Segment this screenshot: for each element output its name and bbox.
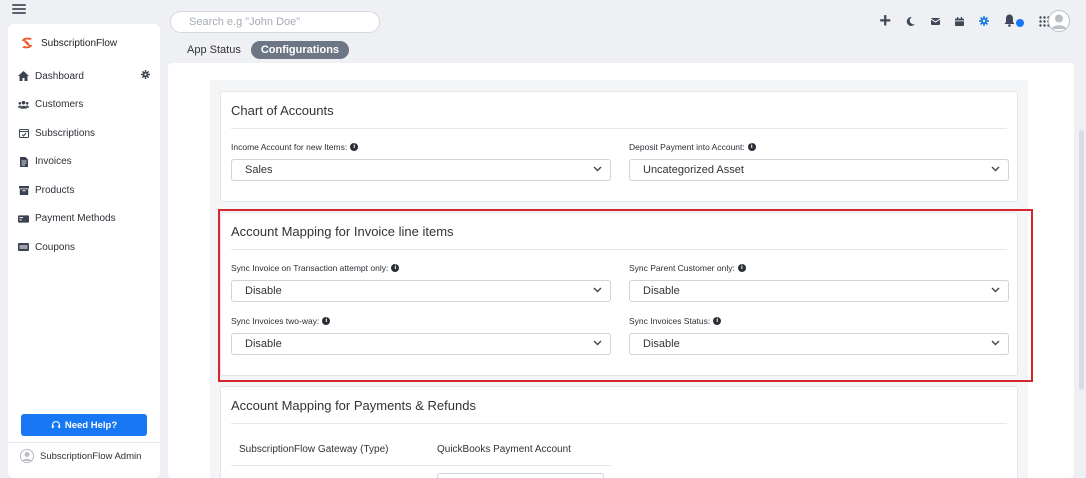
home-icon bbox=[18, 71, 29, 82]
sidebar-item-invoices[interactable]: Invoices bbox=[18, 148, 150, 177]
selected-value: Uncategorized Asset bbox=[643, 164, 744, 176]
headset-icon bbox=[51, 421, 61, 428]
sidebar-item-label: Coupons bbox=[35, 241, 76, 253]
brand[interactable]: SubscriptionFlow bbox=[20, 36, 117, 50]
table-divider bbox=[231, 465, 611, 466]
bell-icon[interactable] bbox=[1004, 10, 1024, 32]
label-text: Deposit Payment into Account: bbox=[629, 142, 745, 152]
need-help-button[interactable]: Need Help? bbox=[21, 414, 147, 436]
page-scrollbar[interactable] bbox=[1079, 130, 1084, 390]
user-name: SubscriptionFlow Admin bbox=[40, 450, 142, 462]
invoice-icon bbox=[18, 156, 29, 167]
sidebar-item-label: Customers bbox=[35, 99, 84, 111]
sidebar-divider bbox=[8, 442, 160, 443]
income-account-select[interactable]: Sales bbox=[231, 159, 611, 181]
divider bbox=[231, 423, 1007, 424]
income-account-label: Income Account for new Items: i bbox=[231, 142, 359, 152]
selected-value: Sales bbox=[245, 164, 273, 176]
dashboard-settings-icon[interactable] bbox=[141, 70, 150, 82]
sidebar-item-dashboard[interactable]: Dashboard bbox=[18, 62, 150, 91]
need-help-label: Need Help? bbox=[64, 419, 118, 431]
sidebar-item-subscriptions[interactable]: Subscriptions bbox=[18, 119, 150, 148]
payment-account-select[interactable] bbox=[437, 473, 604, 478]
sidebar-item-customers[interactable]: Customers bbox=[18, 91, 150, 120]
chart-of-accounts-card: Chart of Accounts Income Account for new… bbox=[220, 91, 1018, 202]
sidebar-item-coupons[interactable]: Coupons bbox=[18, 233, 150, 262]
sidebar: SubscriptionFlow Dashboard Customers Sub… bbox=[8, 24, 160, 478]
info-icon[interactable]: i bbox=[747, 143, 756, 151]
coupon-icon bbox=[18, 242, 29, 253]
card-title: Account Mapping for Payments & Refunds bbox=[231, 398, 476, 413]
moon-icon[interactable] bbox=[906, 16, 916, 27]
notification-dot bbox=[1016, 19, 1024, 27]
payment-mapping-card: Account Mapping for Payments & Refunds S… bbox=[220, 386, 1018, 478]
deposit-account-select[interactable]: Uncategorized Asset bbox=[629, 159, 1009, 181]
column-header-account: QuickBooks Payment Account bbox=[437, 444, 571, 455]
brand-name: SubscriptionFlow bbox=[41, 37, 118, 49]
menu-hamburger-icon[interactable] bbox=[12, 4, 26, 14]
products-icon bbox=[18, 185, 29, 196]
tab-app-status[interactable]: App Status bbox=[187, 44, 241, 56]
user-avatar[interactable] bbox=[1048, 10, 1070, 32]
highlight-box bbox=[218, 209, 1033, 382]
sidebar-item-label: Dashboard bbox=[35, 70, 84, 82]
calendar-icon[interactable] bbox=[955, 16, 964, 26]
sidebar-item-label: Products bbox=[35, 184, 75, 196]
card-title: Chart of Accounts bbox=[231, 103, 334, 118]
top-bar: + bbox=[0, 0, 1086, 44]
sidebar-nav: Dashboard Customers Subscriptions Invoic… bbox=[18, 62, 150, 262]
divider bbox=[231, 128, 1007, 129]
gear-icon[interactable] bbox=[979, 16, 989, 26]
sidebar-item-products[interactable]: Products bbox=[18, 176, 150, 205]
current-user[interactable]: SubscriptionFlow Admin bbox=[20, 449, 141, 463]
sidebar-item-label: Invoices bbox=[35, 156, 72, 168]
tab-configurations[interactable]: Configurations bbox=[250, 41, 350, 59]
chevron-down-icon bbox=[593, 164, 602, 175]
mail-icon[interactable] bbox=[931, 17, 940, 25]
top-actions: + bbox=[879, 10, 1050, 32]
info-icon[interactable]: i bbox=[350, 143, 359, 151]
sidebar-item-label: Subscriptions bbox=[35, 127, 96, 139]
users-icon bbox=[18, 99, 29, 110]
plus-icon[interactable]: + bbox=[879, 10, 891, 32]
deposit-account-label: Deposit Payment into Account: i bbox=[629, 142, 756, 152]
chevron-down-icon bbox=[991, 164, 1000, 175]
column-header-gateway: SubscriptionFlow Gateway (Type) bbox=[239, 444, 389, 455]
app-tabs: App Status Configurations bbox=[187, 41, 350, 59]
search-input[interactable] bbox=[170, 11, 380, 33]
payment-card-icon bbox=[18, 213, 29, 224]
user-avatar-small bbox=[20, 449, 34, 463]
label-text: Income Account for new Items: bbox=[231, 142, 348, 152]
subscriptionflow-logo-icon bbox=[22, 37, 32, 49]
calendar-check-icon bbox=[18, 128, 29, 139]
sidebar-item-label: Payment Methods bbox=[35, 213, 116, 225]
sidebar-item-payment-methods[interactable]: Payment Methods bbox=[18, 205, 150, 234]
